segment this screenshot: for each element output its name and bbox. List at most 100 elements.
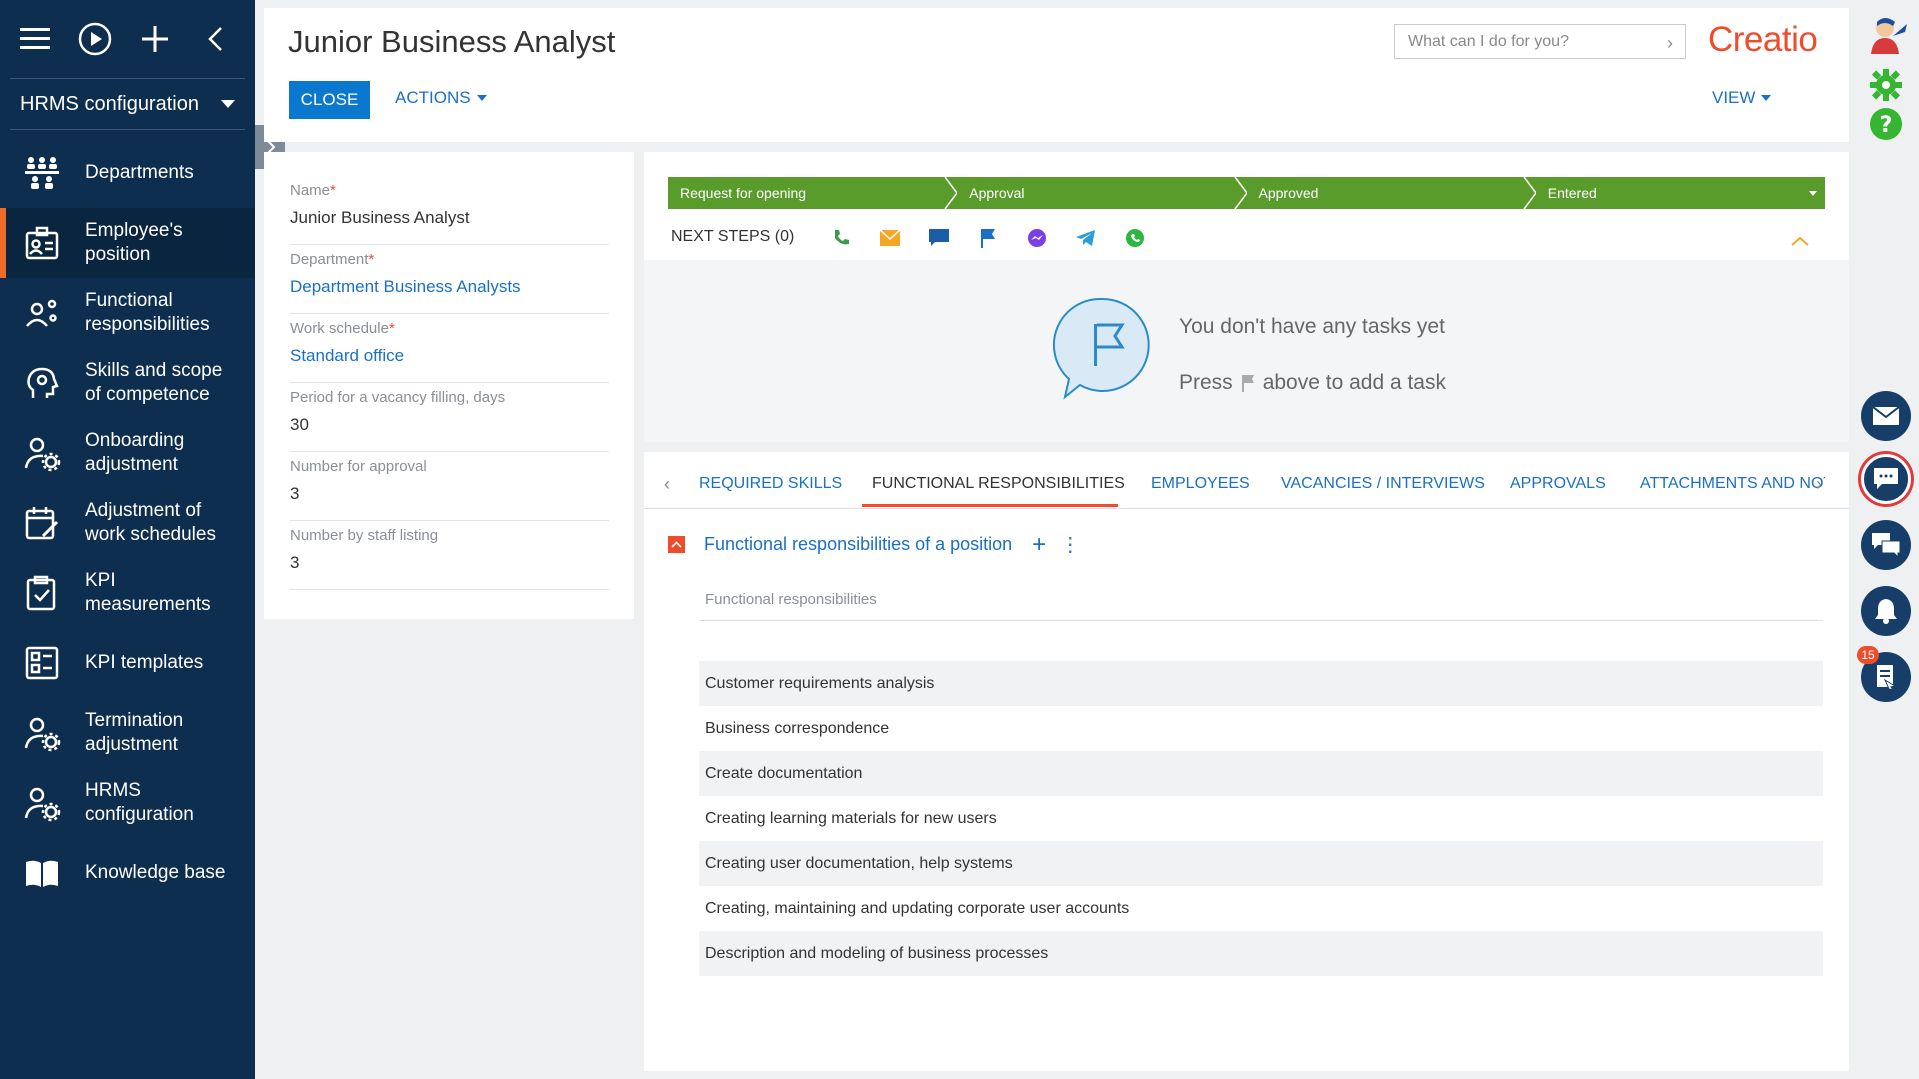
nav-item-employees-position[interactable]: Employee's position [0,208,255,278]
tab-functional-responsibilities[interactable]: FUNCTIONAL RESPONSIBILITIES [872,475,1125,493]
close-button[interactable]: CLOSE [289,81,370,119]
feed-panel-button[interactable] [1861,520,1911,570]
nav-label: Skills and scope of competence [85,360,223,405]
help-button[interactable]: ? [1869,107,1903,146]
nav-item-departments[interactable]: Departments [0,138,255,208]
stage-entered[interactable]: Entered [1535,177,1825,209]
profile-avatar[interactable] [1863,14,1909,65]
nav-item-functional-responsibilities[interactable]: Functional responsibilities [0,278,255,348]
sidebar: HRMS configuration Departments Employee'… [0,0,255,1079]
actions-button[interactable]: ACTIONS [395,88,487,108]
view-button[interactable]: VIEW [1712,88,1772,108]
email-panel-button[interactable] [1861,391,1911,441]
telegram-icon[interactable] [1074,226,1098,250]
number-by-staff-label: Number by staff listing [290,527,439,544]
empty-hint-suffix: above to add a task [1262,371,1446,394]
department-link[interactable]: Department Business Analysts [290,277,609,297]
active-tab-underline [862,504,1118,507]
process-tasks-button[interactable]: 15 [1857,646,1911,702]
nav-label: Employee's position [85,220,183,265]
name-label: Name* [290,176,609,199]
system-designer-button[interactable] [1869,68,1903,107]
name-field[interactable]: Name* Junior Business Analyst [290,176,609,245]
conversation-icon [1872,533,1900,557]
chat-bubble-icon [1874,468,1898,489]
person-gear-icon [22,293,62,333]
tab-vacancies-interviews[interactable]: VACANCIES / INTERVIEWS [1281,475,1485,493]
next-steps-label[interactable]: NEXT STEPS (0) [671,228,794,246]
nav-item-knowledge-base[interactable]: Knowledge base [0,838,255,908]
workspace-selector[interactable]: HRMS configuration [10,78,245,130]
more-options-icon[interactable]: ⋮ [1060,535,1080,555]
section-nav: Departments Employee's position Function… [0,138,255,908]
sidebar-topbar [0,0,255,78]
messenger-icon[interactable] [1025,226,1049,250]
menu-button[interactable] [12,16,58,62]
department-field[interactable]: Department* Department Business Analysts [290,245,609,314]
nav-item-skills[interactable]: Skills and scope of competence [0,348,255,418]
nav-label: Functional responsibilities [85,290,210,335]
list-item[interactable]: Creating learning materials for new user… [699,796,1823,841]
caret-down-icon [221,100,235,108]
number-for-approval-value: 3 [290,484,300,503]
add-button[interactable] [132,16,178,62]
person-gear-icon [22,783,62,823]
field-label-text: Work schedule [290,320,389,337]
list-item[interactable]: Business correspondence [699,706,1823,751]
chevron-up-icon[interactable] [1791,236,1809,246]
tab-required-skills[interactable]: REQUIRED SKILLS [699,475,842,493]
nav-label: KPI templates [85,652,204,673]
list-item[interactable]: Create documentation [699,751,1823,796]
number-for-approval-field[interactable]: Number for approval 3 [290,452,609,521]
nav-item-kpi-measurements[interactable]: KPI measurements [0,558,255,628]
stage-panel: Request for opening Approval Approved En… [644,152,1849,442]
run-process-button[interactable] [72,16,118,62]
tab-bar: ‹ REQUIRED SKILLS FUNCTIONAL RESPONSIBIL… [644,452,1849,509]
flag-icon[interactable] [976,226,1000,250]
column-header[interactable]: Functional responsibilities [699,587,1823,621]
nav-label: HRMS configuration [85,780,194,825]
nav-item-work-schedules[interactable]: Adjustment of work schedules [0,488,255,558]
tabs-scroll-left-icon[interactable]: ‹ [664,474,670,495]
command-line-input[interactable]: What can I do for you? › [1394,24,1686,59]
list-item[interactable]: Customer requirements analysis [699,661,1823,706]
stage-request-for-opening[interactable]: Request for opening [668,177,959,209]
tab-employees[interactable]: EMPLOYEES [1151,475,1250,493]
work-schedule-field[interactable]: Work schedule* Standard office [290,314,609,383]
caret-down-icon[interactable] [1809,191,1817,196]
flag-bubble-icon [1052,297,1150,400]
number-by-staff-field[interactable]: Number by staff listing 3 [290,521,609,590]
field-label-text: Department [290,251,369,268]
tab-attachments-notes[interactable]: ATTACHMENTS AND NOTES [1640,475,1825,493]
caret-down-icon [1761,95,1772,101]
notifications-button[interactable] [1861,586,1911,636]
detail-header: Functional responsibilities of a positio… [668,532,1080,556]
nav-item-hrms-configuration[interactable]: HRMS configuration [0,768,255,838]
list-item[interactable]: Description and modeling of business pro… [699,931,1823,976]
tabs-scroll-right-icon[interactable]: › [1816,474,1822,495]
nav-item-kpi-templates[interactable]: KPI templates [0,628,255,698]
email-icon[interactable] [878,226,902,250]
work-schedule-link[interactable]: Standard office [290,346,609,366]
collapse-detail-icon[interactable] [668,536,685,553]
stage-approval[interactable]: Approval [957,177,1248,209]
avatar-icon [1871,18,1907,54]
nav-item-termination[interactable]: Termination adjustment [0,698,255,768]
list-item[interactable]: Creating user documentation, help system… [699,841,1823,886]
tab-approvals[interactable]: APPROVALS [1510,475,1606,493]
stage-approved[interactable]: Approved [1246,177,1537,209]
chat-panel-button[interactable] [1861,454,1911,504]
add-record-icon[interactable]: + [1032,532,1046,556]
bell-icon [1875,599,1897,624]
nav-item-onboarding[interactable]: Onboarding adjustment [0,418,255,488]
list-item[interactable]: Creating, maintaining and updating corpo… [699,886,1823,931]
whatsapp-icon[interactable] [1123,226,1147,250]
record-fields-panel: Name* Junior Business Analyst Department… [264,152,634,619]
calendar-edit-icon [22,503,62,543]
phone-call-icon[interactable] [829,226,853,250]
chat-icon[interactable] [927,226,951,250]
template-icon [22,643,62,683]
required-marker: * [330,182,336,199]
back-button[interactable] [192,16,238,62]
vacancy-period-field[interactable]: Period for a vacancy filling, days 30 [290,383,609,452]
